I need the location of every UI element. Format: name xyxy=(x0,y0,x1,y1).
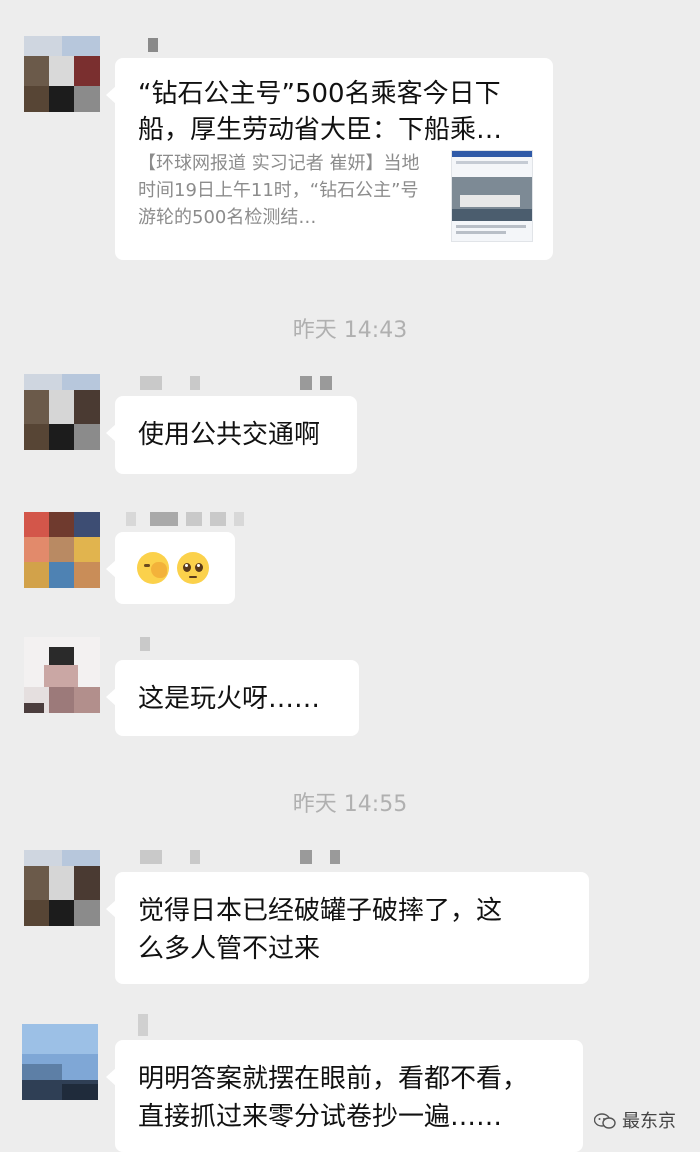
message-bubble[interactable]: 明明答案就摆在眼前，看都不看， 直接抓过来零分试卷抄一遍…… xyxy=(106,1040,583,1152)
pleading-face-emoji xyxy=(177,552,209,584)
sender-name xyxy=(148,38,168,52)
card-title: “钻石公主号”500名乘客今日下船，厚生劳动省大臣：下船乘… xyxy=(138,79,503,145)
timestamp: 昨天 14:43 xyxy=(292,318,408,343)
emoji-bubble[interactable] xyxy=(106,532,235,604)
avatar[interactable] xyxy=(22,1024,98,1100)
message-bubble[interactable]: 觉得日本已经破罐子破摔了，这 么多人管不过来 xyxy=(106,872,589,984)
watermark: 最东京 xyxy=(593,1107,676,1133)
avatar[interactable] xyxy=(24,637,100,713)
avatar[interactable] xyxy=(24,36,100,112)
message-text: 使用公共交通啊 xyxy=(138,420,321,450)
avatar[interactable] xyxy=(24,512,100,588)
facepalm-emoji xyxy=(137,552,169,584)
wechat-icon xyxy=(593,1113,616,1129)
sender-name xyxy=(138,1014,158,1036)
sender-name xyxy=(126,512,246,526)
card-description: 【环球网报道 实习记者 崔妍】当地时间19日上午11时，“钻石公主”号游轮的50… xyxy=(138,153,420,228)
message-bubble[interactable]: 使用公共交通啊 xyxy=(106,396,357,474)
sender-name xyxy=(140,850,350,864)
timestamp: 昨天 14:55 xyxy=(292,792,408,817)
sender-name xyxy=(140,376,340,390)
message-text: 觉得日本已经破罐子破摔了，这 么多人管不过来 xyxy=(138,896,503,964)
watermark-text: 最东京 xyxy=(622,1111,676,1132)
sender-name xyxy=(140,637,160,651)
avatar[interactable] xyxy=(24,374,100,450)
message-text: 明明答案就摆在眼前，看都不看， 直接抓过来零分试卷抄一遍…… xyxy=(138,1064,529,1132)
message-bubble[interactable]: 这是玩火呀…… xyxy=(106,660,359,736)
card-thumbnail xyxy=(451,150,533,242)
link-card[interactable]: “钻石公主号”500名乘客今日下船，厚生劳动省大臣：下船乘… 【环球网报道 实习… xyxy=(106,58,553,260)
message-text: 这是玩火呀…… xyxy=(138,684,321,714)
avatar[interactable] xyxy=(24,850,100,926)
